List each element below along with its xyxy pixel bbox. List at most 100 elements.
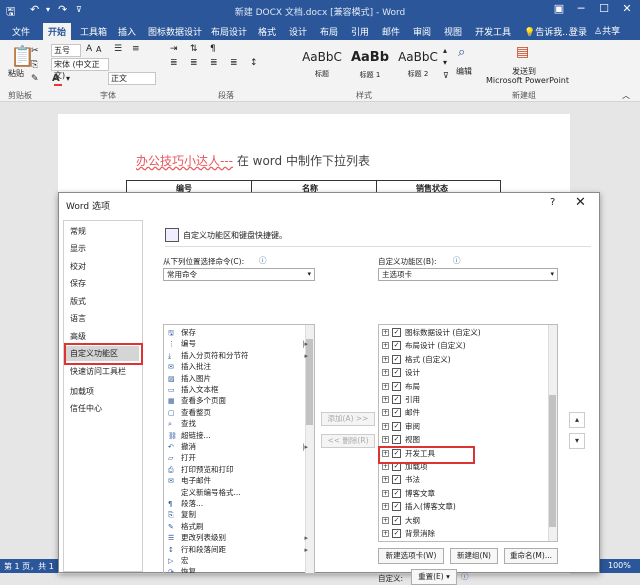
tab-format[interactable]: 格式 bbox=[258, 25, 276, 38]
maximize-icon[interactable]: ☐ bbox=[593, 2, 615, 15]
checkbox[interactable]: ✓ bbox=[392, 381, 401, 391]
list-item[interactable]: ⎙ 打印预览和打印 bbox=[168, 464, 308, 476]
tab-view[interactable]: 视图 bbox=[444, 25, 462, 38]
list-item[interactable]: ▭ 插入文本框 bbox=[168, 384, 308, 396]
tab-review[interactable]: 审阅 bbox=[413, 25, 431, 38]
checkbox[interactable]: ✓ bbox=[392, 354, 401, 364]
nav-save[interactable]: 保存 bbox=[70, 278, 86, 289]
tree-item[interactable]: + ✓ 布局设计 (自定义) bbox=[381, 340, 549, 352]
checkbox[interactable]: ✓ bbox=[392, 529, 401, 538]
shrink-font-icon[interactable]: A bbox=[96, 45, 101, 54]
chevron-down-icon[interactable]: ▾ bbox=[66, 74, 70, 83]
remove-button[interactable]: << 删除(R) bbox=[321, 434, 375, 448]
nav-advanced[interactable]: 高级 bbox=[70, 331, 86, 342]
help-button[interactable]: ? bbox=[550, 197, 555, 208]
expand-icon[interactable]: + bbox=[382, 463, 389, 470]
chevron-up-icon[interactable]: ▴ bbox=[443, 46, 447, 55]
list-item[interactable]: 🖫 保存 bbox=[168, 327, 308, 339]
align-left-icon[interactable]: ≣ bbox=[170, 58, 178, 68]
nav-language[interactable]: 语言 bbox=[70, 313, 86, 324]
style-heading2[interactable]: AaBbC 标题 2 bbox=[394, 46, 442, 84]
checkbox[interactable]: ✓ bbox=[392, 341, 401, 351]
list-item[interactable]: ↶ 撤消 |▸ bbox=[168, 441, 308, 453]
tab-layout[interactable]: 布局 bbox=[320, 25, 338, 38]
chevron-down-icon[interactable]: ▾ bbox=[443, 58, 447, 67]
scrollbar[interactable] bbox=[548, 325, 557, 541]
cut-icon[interactable]: ✂ bbox=[31, 46, 39, 56]
expand-icon[interactable]: + bbox=[382, 382, 389, 390]
tree-item[interactable]: + ✓ 布局 bbox=[381, 381, 549, 393]
format-painter-icon[interactable]: ✎ bbox=[31, 74, 39, 84]
expand-icon[interactable]: + bbox=[382, 369, 389, 377]
nav-display[interactable]: 显示 bbox=[70, 243, 86, 254]
tab-home[interactable]: 开始 bbox=[43, 23, 72, 40]
checkbox[interactable]: ✓ bbox=[392, 421, 401, 431]
expand-icon[interactable]: + bbox=[382, 355, 389, 363]
main-tabs-tree[interactable]: + ✓ 图标数据设计 (自定义) + ✓ 布局设计 (自定义) + ✓ 格式 (自定义) + ✓ 设计… bbox=[378, 324, 558, 542]
expand-icon[interactable]: + bbox=[382, 436, 389, 444]
tab-file[interactable]: 文件 bbox=[12, 25, 30, 38]
nav-trust-center[interactable]: 信任中心 bbox=[70, 403, 102, 414]
customize-ribbon-dropdown[interactable]: 主选项卡 ▾ bbox=[378, 268, 558, 281]
list-item[interactable]: ⎘ 复制 bbox=[168, 509, 308, 521]
nav-proofing[interactable]: 校对 bbox=[70, 261, 86, 272]
tab-toolbox[interactable]: 工具箱 bbox=[80, 25, 107, 38]
tree-item[interactable]: + ✓ 背景消除 bbox=[381, 528, 549, 540]
tree-item[interactable]: + ✓ 博客文章 bbox=[381, 488, 549, 500]
list-item[interactable]: ¶ 段落... bbox=[168, 498, 308, 510]
tree-item[interactable]: + ✓ 格式 (自定义) bbox=[381, 354, 549, 366]
expand-icon[interactable]: + bbox=[382, 342, 389, 350]
list-item[interactable]: ☰ 更改列表级别 ▸ bbox=[168, 532, 308, 544]
align-right-icon[interactable]: ≣ bbox=[210, 58, 218, 68]
list-item[interactable]: ▢ 查看整页 bbox=[168, 407, 308, 419]
checkbox[interactable]: ✓ bbox=[392, 502, 401, 512]
checkbox[interactable]: ✓ bbox=[392, 395, 401, 404]
send-to-ppt-label[interactable]: Microsoft PowerPoint bbox=[486, 76, 569, 85]
ribbon-display-icon[interactable]: ▣ bbox=[548, 2, 570, 15]
move-up-button[interactable]: ▴ bbox=[569, 412, 585, 428]
expand-icon[interactable]: + bbox=[382, 329, 389, 336]
add-button[interactable]: 添加(A) >> bbox=[321, 412, 375, 426]
minimize-icon[interactable]: ─ bbox=[570, 2, 592, 15]
tree-item[interactable]: + ✓ 图标数据设计 (自定义) bbox=[381, 327, 549, 339]
tree-item[interactable]: + ✓ 插入(博客文章) bbox=[381, 501, 549, 513]
checkbox[interactable]: ✓ bbox=[392, 488, 401, 498]
grow-font-icon[interactable]: A bbox=[86, 44, 92, 54]
list-item[interactable]: ✉ 插入批注 bbox=[168, 361, 308, 373]
close-icon[interactable]: ✕ bbox=[616, 2, 638, 15]
list-item[interactable]: ↕ 行和段落间距 ▸ bbox=[168, 544, 308, 556]
list-item[interactable]: ▱ 打开 bbox=[168, 452, 308, 464]
move-down-button[interactable]: ▾ bbox=[569, 433, 585, 449]
rename-button[interactable]: 重命名(M)... bbox=[504, 548, 558, 564]
tab-insert[interactable]: 插入 bbox=[118, 25, 136, 38]
tree-item[interactable]: + ✓ 大纲 bbox=[381, 515, 549, 527]
tab-mailings[interactable]: 邮件 bbox=[382, 25, 400, 38]
list-item[interactable]: ✉ 电子邮件 bbox=[168, 475, 308, 487]
tab-chart-design[interactable]: 图标数据设计 bbox=[148, 25, 202, 38]
tell-me-box[interactable]: 💡告诉我... bbox=[524, 25, 571, 38]
close-button[interactable]: ✕ bbox=[575, 195, 586, 210]
numbering-icon[interactable]: ≡ bbox=[132, 44, 140, 54]
expand-icon[interactable]: + bbox=[382, 396, 389, 403]
list-item[interactable]: ✎ 格式刷 bbox=[168, 521, 308, 533]
new-tab-button[interactable]: 新建选项卡(W) bbox=[378, 548, 444, 564]
paste-label[interactable]: 粘贴 bbox=[8, 68, 24, 79]
collapse-ribbon-icon[interactable]: ︿ bbox=[622, 90, 630, 101]
bullets-icon[interactable]: ☰ bbox=[114, 44, 122, 54]
list-item[interactable]: ⋮ 编号 |▸ bbox=[168, 338, 308, 350]
sort-icon[interactable]: ⇅ bbox=[190, 44, 198, 54]
expand-icon[interactable]: + bbox=[382, 530, 389, 537]
search-icon[interactable]: ⌕ bbox=[458, 45, 465, 60]
checkbox[interactable]: ✓ bbox=[392, 515, 401, 525]
choose-commands-dropdown[interactable]: 常用命令 ▾ bbox=[163, 268, 315, 281]
edit-label[interactable]: 编辑 bbox=[456, 66, 472, 77]
expand-icon[interactable]: + bbox=[382, 489, 389, 497]
zoom-level[interactable]: 100% bbox=[608, 561, 631, 570]
tree-item[interactable]: + ✓ 书法 bbox=[381, 474, 549, 486]
copy-icon[interactable]: ⎘ bbox=[31, 60, 38, 70]
checkbox[interactable]: ✓ bbox=[392, 328, 401, 337]
list-item[interactable]: ⤓ 插入分页符和分节符 ▸ bbox=[168, 350, 308, 362]
expand-icon[interactable]: + bbox=[382, 516, 389, 524]
style-combo[interactable]: 正文 bbox=[108, 72, 156, 85]
nav-add-ins[interactable]: 加载项 bbox=[70, 386, 94, 397]
